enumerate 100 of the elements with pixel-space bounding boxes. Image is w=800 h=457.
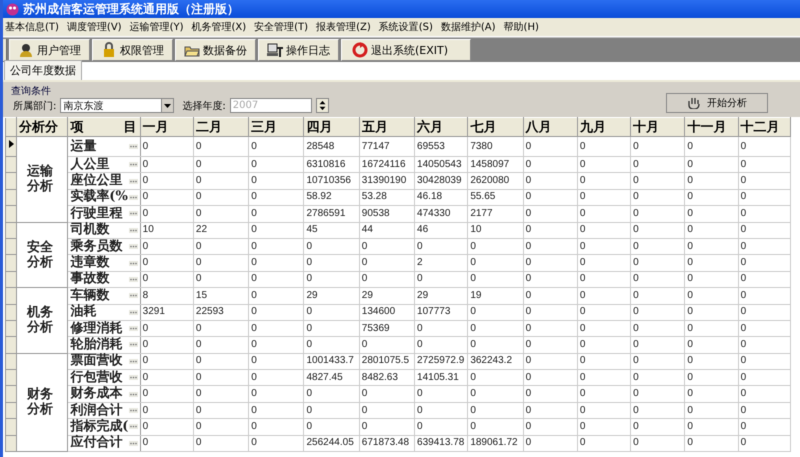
item-label: 指标完成( bbox=[70, 420, 128, 434]
column-header[interactable]: 五月 bbox=[359, 118, 415, 136]
table-cell: 75369 bbox=[359, 320, 415, 337]
table-cell: 0 bbox=[738, 238, 790, 255]
menu-item[interactable]: 安全管理(T) bbox=[254, 20, 308, 34]
ellipsis-button[interactable] bbox=[128, 342, 138, 348]
column-header[interactable]: 八月 bbox=[523, 118, 578, 136]
table-cell: 0 bbox=[577, 402, 631, 419]
table-cell: 2786591 bbox=[304, 206, 360, 222]
ellipsis-button[interactable] bbox=[128, 260, 138, 266]
table-cell: 69553 bbox=[414, 136, 468, 156]
department-dropdown[interactable]: 南京东渡 bbox=[60, 98, 174, 113]
ellipsis-button[interactable] bbox=[128, 424, 138, 430]
ellipsis-button[interactable] bbox=[128, 310, 138, 315]
table-cell: 0 bbox=[630, 320, 685, 337]
table-cell: 46 bbox=[414, 222, 468, 238]
table-cell: 0 bbox=[304, 254, 360, 272]
ellipsis-button[interactable] bbox=[128, 276, 138, 282]
table-cell: 0 bbox=[248, 370, 304, 386]
column-header[interactable]: 四月 bbox=[304, 118, 360, 136]
table-cell: 3291 bbox=[140, 304, 194, 320]
table-cell: 0 bbox=[523, 172, 578, 190]
table-cell: 639413.78 bbox=[414, 435, 468, 452]
ellipsis-button[interactable] bbox=[128, 293, 138, 298]
table-cell: 0 bbox=[248, 136, 304, 156]
table-cell: 0 bbox=[577, 238, 631, 255]
table-cell: 0 bbox=[630, 189, 685, 206]
ellipsis-button[interactable] bbox=[128, 358, 138, 364]
menu-item[interactable]: 系统设置(S) bbox=[378, 20, 433, 34]
table-cell: 0 bbox=[468, 320, 524, 337]
table-cell: 0 bbox=[577, 172, 631, 190]
ellipsis-button[interactable] bbox=[128, 326, 138, 332]
table-cell: 0 bbox=[630, 435, 685, 452]
table-cell: 0 bbox=[414, 402, 468, 419]
user-icon bbox=[18, 42, 34, 58]
menu-item[interactable]: 运输管理(Y) bbox=[130, 20, 184, 34]
table-cell: 0 bbox=[577, 189, 631, 206]
menu-item[interactable]: 基本信息(T) bbox=[5, 20, 59, 34]
toolbar-button[interactable]: 权限管理 bbox=[92, 39, 173, 61]
menu-item[interactable]: 调度管理(V) bbox=[66, 20, 122, 34]
ellipsis-button[interactable] bbox=[128, 211, 138, 216]
table-cell: 0 bbox=[684, 304, 738, 320]
menu-item[interactable]: 机务管理(X) bbox=[192, 20, 246, 34]
table-cell: 10 bbox=[140, 222, 194, 238]
row-indicator[interactable] bbox=[6, 136, 17, 156]
spin-buttons[interactable] bbox=[316, 98, 329, 113]
table-cell: 0 bbox=[738, 271, 790, 288]
table-cell: 0 bbox=[630, 172, 685, 190]
table-cell: 0 bbox=[414, 320, 468, 337]
column-header[interactable]: 三月 bbox=[248, 118, 304, 136]
ellipsis-button[interactable] bbox=[128, 162, 138, 168]
column-header[interactable]: 一月 bbox=[140, 118, 194, 136]
table-cell: 0 bbox=[140, 418, 194, 436]
table-cell: 0 bbox=[248, 222, 304, 238]
table-cell: 0 bbox=[577, 206, 631, 222]
start-analysis-button[interactable]: 开始分析 bbox=[666, 92, 768, 112]
ellipsis-button[interactable] bbox=[128, 375, 138, 380]
toolbar-button[interactable]: 操作日志 bbox=[258, 39, 339, 61]
table-cell: 0 bbox=[523, 206, 578, 222]
ellipsis-button[interactable] bbox=[128, 194, 138, 200]
tab[interactable]: 公司年度数据 bbox=[4, 60, 82, 80]
column-header[interactable]: 十月 bbox=[630, 118, 685, 136]
toolbar-button[interactable]: 用户管理 bbox=[9, 39, 90, 61]
menu-item[interactable]: 帮助(H) bbox=[504, 20, 539, 34]
ellipsis-button[interactable] bbox=[128, 228, 138, 233]
ellipsis-button[interactable] bbox=[128, 144, 138, 149]
field-label: 所属部门: bbox=[13, 100, 56, 112]
column-header[interactable]: 项 目 bbox=[68, 118, 140, 136]
table-cell: 0 bbox=[577, 288, 631, 304]
table-cell: 0 bbox=[684, 136, 738, 156]
column-header[interactable]: 十一月 bbox=[684, 118, 738, 136]
ellipsis-button[interactable] bbox=[128, 178, 138, 184]
column-header[interactable]: 六月 bbox=[414, 118, 468, 136]
ellipsis-button[interactable] bbox=[128, 244, 138, 250]
table-cell: 0 bbox=[304, 336, 360, 354]
table-cell: 0 bbox=[630, 238, 685, 255]
column-header[interactable]: 七月 bbox=[468, 118, 524, 136]
table-cell: 0 bbox=[140, 238, 194, 255]
table-cell: 0 bbox=[738, 402, 790, 419]
table-cell: 0 bbox=[140, 402, 194, 419]
item-label: 行驶里程 bbox=[70, 206, 122, 221]
ellipsis-button[interactable] bbox=[128, 440, 138, 446]
table-cell: 0 bbox=[738, 336, 790, 354]
table-cell: 0 bbox=[630, 336, 685, 354]
toolbar-button[interactable]: 退出系统(EXIT) bbox=[341, 39, 472, 61]
table-cell: 31390190 bbox=[359, 172, 415, 190]
column-header[interactable]: 分析分 bbox=[16, 118, 68, 136]
ellipsis-button[interactable] bbox=[128, 392, 138, 397]
menu-item[interactable]: 报表管理(Z) bbox=[316, 20, 371, 34]
column-header[interactable]: 二月 bbox=[193, 118, 249, 136]
item-label: 行包营收 bbox=[70, 370, 122, 385]
column-header[interactable]: 九月 bbox=[577, 118, 631, 136]
item-label: 违章数 bbox=[70, 256, 110, 270]
table-cell: 0 bbox=[738, 418, 790, 436]
column-header[interactable]: 十二月 bbox=[738, 118, 790, 136]
toolbar-button[interactable]: 数据备份 bbox=[175, 39, 256, 61]
ellipsis-button[interactable] bbox=[128, 408, 138, 414]
menu-item[interactable]: 数据维护(A) bbox=[440, 20, 496, 34]
table-cell: 0 bbox=[193, 238, 249, 255]
table-cell: 0 bbox=[523, 304, 578, 320]
